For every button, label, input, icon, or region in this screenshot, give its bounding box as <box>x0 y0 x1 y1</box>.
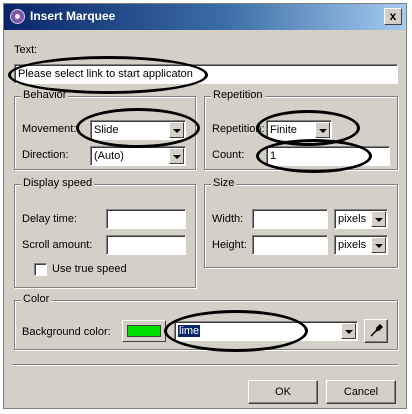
app-icon <box>10 9 25 24</box>
height-label: Height: <box>212 239 247 251</box>
background-color-select[interactable]: lime <box>174 321 358 341</box>
background-color-label: Background color: <box>22 326 111 338</box>
ok-button[interactable]: OK <box>248 380 318 404</box>
background-color-dropdown-button[interactable] <box>341 323 356 339</box>
direction-value: (Auto) <box>94 150 124 162</box>
close-button[interactable]: x <box>384 8 402 25</box>
color-group-title: Color <box>21 293 52 305</box>
width-unit-select[interactable]: pixels <box>334 209 388 229</box>
count-label: Count: <box>212 149 245 161</box>
behavior-group-title: Behavior <box>21 89 69 101</box>
width-input[interactable] <box>252 209 328 229</box>
movement-value: Slide <box>94 124 119 136</box>
scroll-amount-input[interactable] <box>106 235 186 255</box>
use-true-speed-checkbox[interactable] <box>34 263 47 276</box>
direction-dropdown-button[interactable] <box>169 148 184 164</box>
delay-time-label: Delay time: <box>22 213 78 225</box>
display-speed-group-title: Display speed <box>21 177 95 189</box>
direction-select[interactable]: (Auto) <box>90 146 186 166</box>
size-group-title: Size <box>211 177 237 189</box>
count-input[interactable]: 1 <box>266 146 390 166</box>
movement-dropdown-button[interactable] <box>169 122 184 138</box>
width-label: Width: <box>212 213 244 225</box>
eyedropper-icon <box>370 323 384 337</box>
scroll-amount-label: Scroll amount: <box>22 239 93 251</box>
cancel-button[interactable]: Cancel <box>326 380 396 404</box>
use-true-speed-label: Use true speed <box>52 263 127 275</box>
footer-separator <box>12 364 398 366</box>
repetition-dropdown-button[interactable] <box>315 122 330 138</box>
width-unit-dropdown-button[interactable] <box>371 211 386 227</box>
text-label: Text: <box>14 44 38 56</box>
background-color-swatch-button[interactable] <box>122 320 166 342</box>
repetition-select[interactable]: Finite <box>266 120 332 140</box>
repetition-value: Finite <box>270 124 297 136</box>
movement-label: Movement: <box>22 123 77 135</box>
direction-label: Direction: <box>22 149 69 161</box>
repetition-label: Repetition: <box>212 123 265 135</box>
insert-marquee-dialog: Insert Marquee x Text: Please select lin… <box>3 3 407 409</box>
height-unit-select[interactable]: pixels <box>334 235 388 255</box>
delay-time-input[interactable] <box>106 209 186 229</box>
width-unit-value: pixels <box>338 213 367 225</box>
movement-select[interactable]: Slide <box>90 120 186 140</box>
title-bar: Insert Marquee x <box>4 4 406 30</box>
height-input[interactable] <box>252 235 328 255</box>
height-unit-value: pixels <box>338 239 367 251</box>
color-swatch <box>127 325 161 337</box>
marquee-text-input[interactable]: Please select link to start applicaton <box>14 64 398 84</box>
eyedropper-button[interactable] <box>364 319 388 343</box>
repetition-group-title: Repetition <box>211 89 265 101</box>
background-color-value: lime <box>178 325 201 337</box>
dialog-title: Insert Marquee <box>30 9 116 23</box>
height-unit-dropdown-button[interactable] <box>371 237 386 253</box>
